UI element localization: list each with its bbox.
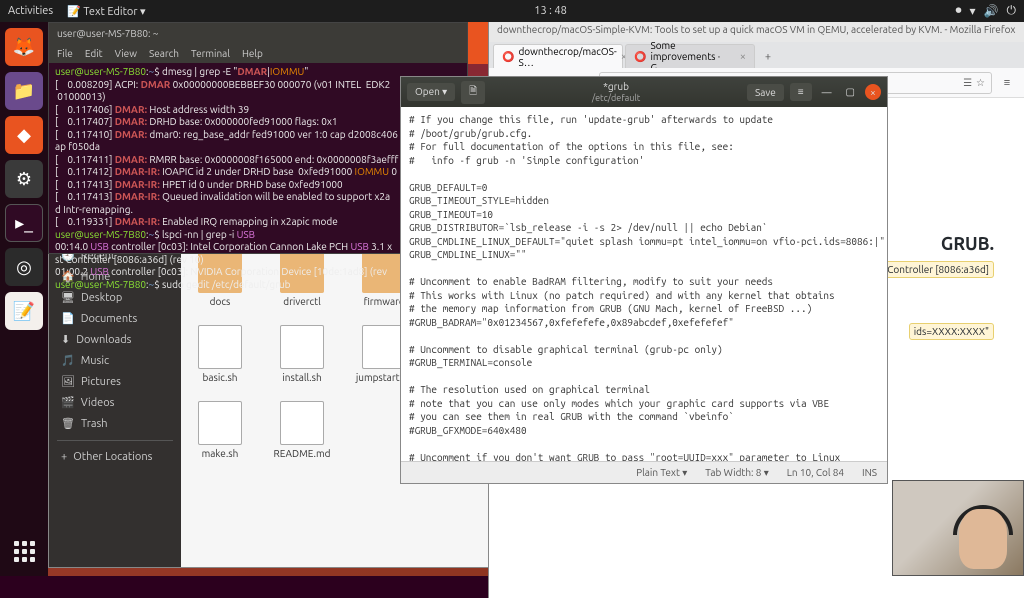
ubuntu-software-icon[interactable]: ◆ bbox=[5, 116, 43, 154]
sidebar-item-downloads[interactable]: ⬇ Downloads bbox=[49, 329, 181, 350]
status-ins: INS bbox=[862, 467, 877, 478]
sidebar-item-music[interactable]: 🎵 Music bbox=[49, 350, 181, 371]
gedit-textview[interactable]: # If you change this file, run 'update-g… bbox=[401, 107, 887, 461]
gedit-window: Open ▾ 🗎 *grub/etc/default Save ≡ — ▢ × … bbox=[400, 76, 888, 484]
status-lang[interactable]: Plain Text ▾ bbox=[636, 467, 687, 479]
menu-button[interactable]: ≡ bbox=[996, 72, 1018, 94]
activities-button[interactable]: Activities bbox=[8, 5, 53, 18]
app-menu[interactable]: 📝 Text Editor ▾ bbox=[67, 5, 145, 18]
close-icon[interactable]: × bbox=[740, 51, 746, 63]
gedit-headerbar[interactable]: Open ▾ 🗎 *grub/etc/default Save ≡ — ▢ × bbox=[401, 77, 887, 107]
status-cursor: Ln 10, Col 84 bbox=[787, 467, 844, 478]
file-item[interactable]: install.sh bbox=[273, 325, 331, 383]
gedit-statusbar: Plain Text ▾ Tab Width: 8 ▾ Ln 10, Col 8… bbox=[401, 461, 887, 483]
tab-inactive[interactable]: ⭕ Some improvements · G… × bbox=[625, 44, 755, 68]
terminal-menubar: File Edit View Search Terminal Help bbox=[49, 45, 467, 63]
obs-indicator[interactable]: ⏺ bbox=[956, 4, 962, 18]
face-silhouette bbox=[959, 509, 1007, 569]
menu-view[interactable]: View bbox=[115, 48, 137, 61]
clock[interactable]: 13 : 48 bbox=[146, 5, 956, 17]
menu-edit[interactable]: Edit bbox=[85, 48, 103, 61]
file-item[interactable]: make.sh bbox=[191, 401, 249, 459]
terminal-icon[interactable]: ▸_ bbox=[5, 204, 43, 242]
new-doc-button[interactable]: 🗎 bbox=[461, 81, 485, 104]
save-button[interactable]: Save bbox=[747, 84, 784, 101]
terminal-titlebar[interactable]: user@user-MS-7B80: ~ bbox=[49, 23, 467, 45]
menu-file[interactable]: File bbox=[57, 48, 73, 61]
file-item[interactable]: basic.sh bbox=[191, 325, 249, 383]
firefox-titlebar[interactable]: downthecrop/macOS-Simple-KVM: Tools to s… bbox=[489, 22, 1024, 42]
hamburger-button[interactable]: ≡ bbox=[790, 83, 812, 101]
maximize-button[interactable]: ▢ bbox=[842, 86, 859, 98]
volume-indicator[interactable]: 🔊 bbox=[984, 4, 999, 18]
new-tab-button[interactable]: + bbox=[757, 46, 779, 68]
obs-icon[interactable]: ◎ bbox=[5, 248, 43, 286]
sidebar-item-documents[interactable]: 📄 Documents bbox=[49, 308, 181, 329]
minimize-button[interactable]: — bbox=[818, 87, 836, 98]
launcher-dock: 🦊 📁 ◆ ⚙ ▸_ ◎ 📝 bbox=[0, 22, 48, 576]
code-ids: ids=XXXX:XXXX" bbox=[909, 323, 994, 340]
firefox-tabbar: ⭕ downthecrop/macOS-S… × ⭕ Some improvem… bbox=[489, 42, 1024, 68]
menu-search[interactable]: Search bbox=[149, 48, 179, 61]
star-icon[interactable]: ☆ bbox=[976, 77, 985, 89]
menu-terminal[interactable]: Terminal bbox=[191, 48, 230, 61]
open-button[interactable]: Open ▾ bbox=[407, 83, 455, 101]
close-button[interactable]: × bbox=[865, 84, 881, 100]
network-indicator[interactable]: ▾ bbox=[970, 4, 976, 18]
sidebar-item-videos[interactable]: 🎬 Videos bbox=[49, 392, 181, 413]
menu-help[interactable]: Help bbox=[242, 48, 263, 61]
sidebar-item-other[interactable]: + Other Locations bbox=[49, 447, 181, 467]
sidebar-item-pictures[interactable]: 🖼 Pictures bbox=[49, 371, 181, 392]
gedit-title: *grub/etc/default bbox=[491, 81, 741, 103]
show-applications-button[interactable] bbox=[5, 532, 43, 570]
sidebar-divider bbox=[57, 440, 173, 441]
webcam-overlay bbox=[892, 480, 1024, 576]
status-tabwidth[interactable]: Tab Width: 8 ▾ bbox=[705, 467, 769, 479]
files-icon[interactable]: 📁 bbox=[5, 72, 43, 110]
firefox-icon[interactable]: 🦊 bbox=[5, 28, 43, 66]
power-indicator[interactable]: ⏻ bbox=[1007, 4, 1017, 18]
sidebar-item-trash[interactable]: 🗑 Trash bbox=[49, 413, 181, 434]
top-panel: Activities 📝 Text Editor ▾ 13 : 48 ⏺ ▾ 🔊… bbox=[0, 0, 1024, 22]
file-item[interactable]: README.md bbox=[273, 401, 331, 459]
settings-icon[interactable]: ⚙ bbox=[5, 160, 43, 198]
reader-icon[interactable]: ☰ bbox=[963, 77, 972, 89]
text-editor-icon[interactable]: 📝 bbox=[5, 292, 43, 330]
desktop: 🕘 Recent 🏠 Home 🖥 Desktop 📄 Documents ⬇ … bbox=[48, 22, 1024, 576]
tab-active[interactable]: ⭕ downthecrop/macOS-S… × bbox=[493, 44, 623, 68]
